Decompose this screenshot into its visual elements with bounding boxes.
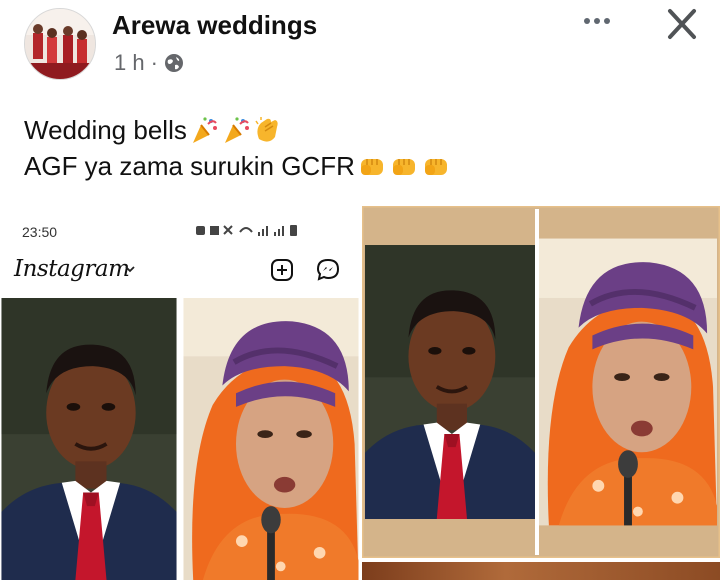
status-bar-icons	[196, 225, 297, 236]
post-time[interactable]: 1 h	[114, 50, 145, 76]
plus-square-icon	[271, 259, 293, 281]
more-dot-icon	[584, 18, 590, 24]
party-popper-icon	[224, 117, 249, 143]
caption-emojis-1	[189, 115, 283, 145]
instagram-logo: Instagram	[14, 256, 130, 282]
next-image-preview[interactable]	[362, 562, 720, 580]
post-image-instagram-screenshot[interactable]: 23:50 Instagram	[0, 206, 360, 580]
globe-icon[interactable]	[164, 53, 184, 73]
post-meta: 1 h ·	[114, 50, 184, 76]
more-options-button[interactable]	[574, 6, 620, 36]
clapping-hands-icon	[255, 117, 278, 142]
instagram-post-photos	[0, 298, 360, 580]
meta-separator: ·	[150, 50, 158, 75]
more-dot-icon	[604, 18, 610, 24]
fist-bump-icon	[392, 159, 415, 175]
fist-bump-icon	[424, 159, 447, 175]
caption-emojis-2	[357, 151, 451, 181]
close-icon[interactable]	[660, 4, 704, 44]
party-popper-icon	[192, 117, 217, 143]
caption-line-2: AGF ya zama surukin GCFR	[24, 148, 451, 184]
messenger-icon	[316, 258, 340, 281]
fist-bump-icon	[360, 159, 383, 175]
more-dot-icon	[594, 18, 600, 24]
page-name[interactable]: Arewa weddings	[112, 10, 317, 41]
page-avatar[interactable]	[24, 8, 96, 80]
status-bar-time: 23:50	[22, 224, 58, 240]
post-caption: Wedding bells AGF ya zama surukin GCFR	[24, 112, 451, 184]
post-image-collage[interactable]	[362, 206, 720, 558]
caption-text-2: AGF ya zama surukin GCFR	[24, 151, 355, 181]
chevron-down-icon	[125, 266, 135, 273]
caption-line-1: Wedding bells	[24, 112, 451, 148]
caption-text-1: Wedding bells	[24, 115, 187, 145]
